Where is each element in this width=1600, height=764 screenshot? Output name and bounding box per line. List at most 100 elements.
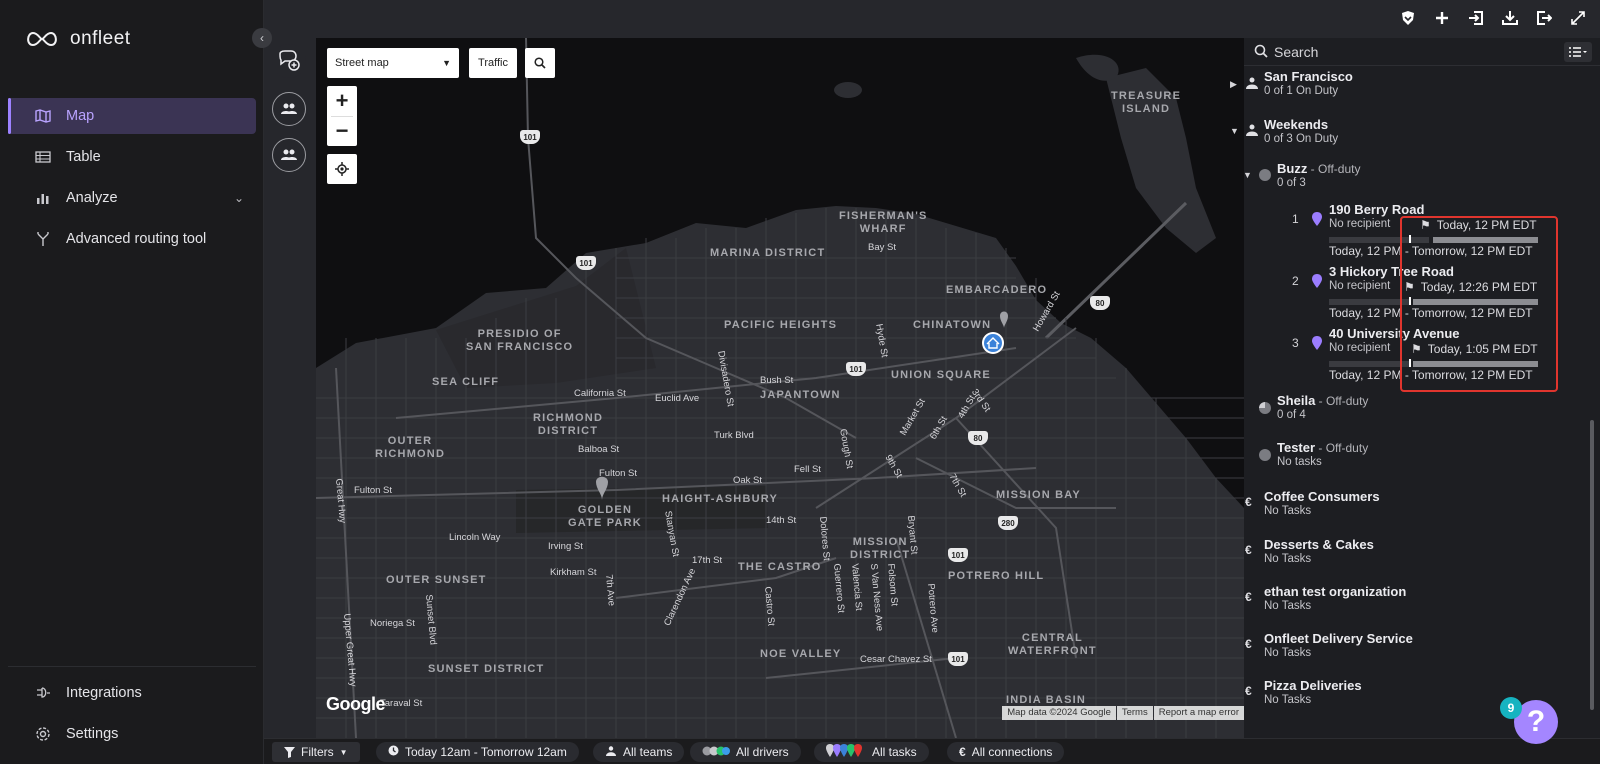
area-label: MISSION BAY — [996, 489, 1081, 501]
panel-scrollbar[interactable] — [1590, 420, 1594, 710]
download-icon[interactable] — [1500, 8, 1520, 28]
street-label: Taraval St — [380, 698, 423, 709]
terms-link[interactable]: Terms — [1116, 706, 1153, 720]
street-label: Irving St — [548, 541, 583, 552]
pin-icon — [1312, 212, 1322, 226]
org-name: Desserts & Cakes — [1264, 537, 1374, 552]
chevron-down-icon[interactable]: ⌄ — [234, 191, 244, 205]
gear-icon — [34, 725, 52, 743]
area-label: JAPANTOWN — [760, 389, 841, 401]
area-label: CENTRAL WATERFRONT — [1008, 632, 1097, 657]
driver-status-dot — [1259, 449, 1271, 461]
street-label: Fell St — [794, 464, 821, 475]
task-number: 2 — [1292, 274, 1299, 288]
area-label: TREASURE ISLAND — [1111, 90, 1182, 115]
highway-shield: 101 — [576, 256, 596, 270]
drivers-filter-button[interactable] — [272, 138, 306, 172]
connections-filter-label: All connections — [971, 745, 1053, 759]
caret-down-icon[interactable]: ▼ — [1230, 126, 1239, 136]
shield-icon[interactable] — [1398, 8, 1418, 28]
caret-down-icon[interactable]: ▼ — [1243, 170, 1252, 180]
org-status: No Tasks — [1264, 553, 1312, 565]
street-label: Oak St — [733, 475, 763, 486]
street-label: Bush St — [760, 375, 794, 386]
street-label: 14th St — [766, 515, 797, 526]
org-name: Coffee Consumers — [1264, 489, 1380, 504]
map-tool-column — [264, 38, 316, 738]
filter-bar: Filters ▼ Today 12am - Tomorrow 12am All… — [264, 738, 1600, 764]
traffic-toggle-button[interactable]: Traffic — [469, 48, 517, 78]
area-label: FISHERMAN'S WHARF — [839, 210, 928, 235]
panel-search-bar[interactable]: Search — [1244, 38, 1600, 66]
street-label: Lincoln Way — [449, 532, 501, 543]
filters-label: Filters — [301, 745, 334, 759]
highway-shield: 101 — [948, 652, 968, 666]
nav-item-map[interactable]: Map — [8, 98, 256, 134]
street-label: Cesar Chavez St — [860, 654, 932, 665]
time-bar-bg — [1329, 361, 1409, 367]
street-label: 17th St — [692, 555, 723, 566]
team-icon — [1246, 77, 1258, 89]
nav-item-analyze[interactable]: Analyze ⌄ — [8, 180, 256, 216]
driver-task-count: 0 of 4 — [1277, 409, 1306, 421]
highway-shield: 80 — [1090, 296, 1110, 310]
task-number: 3 — [1292, 336, 1299, 350]
add-route-button[interactable] — [272, 44, 306, 78]
org-status: No Tasks — [1264, 600, 1312, 612]
chevron-left-icon: ‹ — [260, 31, 264, 45]
driver-status-dots-icon — [702, 745, 730, 759]
map-type-select[interactable]: Street map ▼ — [327, 48, 459, 78]
connection-icon: € — [1245, 495, 1252, 509]
map-canvas[interactable]: TREASURE ISLAND FISHERMAN'S WHARF MARINA D… — [316, 38, 1244, 738]
teams-filter-button[interactable] — [272, 92, 306, 126]
crosshair-icon — [335, 162, 349, 176]
date-range-label: Today 12am - Tomorrow 12am — [405, 745, 567, 759]
import-icon[interactable] — [1466, 8, 1486, 28]
driver-task-count: No tasks — [1277, 456, 1322, 468]
collapse-sidebar-button[interactable]: ‹ — [252, 28, 272, 48]
nav-item-advanced-routing[interactable]: Advanced routing tool — [8, 221, 256, 257]
team-status: 0 of 3 On Duty — [1264, 133, 1339, 145]
add-icon[interactable] — [1432, 8, 1452, 28]
connections-filter[interactable]: € All connections — [947, 742, 1065, 762]
highlight-box — [1400, 216, 1558, 392]
nav-label-analyze: Analyze — [66, 190, 118, 206]
drivers-filter[interactable]: All drivers — [690, 742, 801, 762]
people-icon — [281, 149, 297, 160]
map-search-button[interactable] — [525, 48, 555, 78]
search-input[interactable]: Search — [1274, 44, 1318, 60]
date-range-filter[interactable]: Today 12am - Tomorrow 12am — [376, 742, 579, 762]
nav-item-settings[interactable]: Settings — [8, 716, 256, 752]
tasks-filter[interactable]: All tasks — [814, 742, 929, 762]
teams-filter[interactable]: All teams — [593, 742, 685, 762]
highway-shield: 280 — [998, 516, 1018, 530]
nav-item-integrations[interactable]: Integrations — [8, 675, 256, 711]
connection-icon: € — [1245, 590, 1252, 604]
caret-right-icon[interactable]: ▶ — [1230, 79, 1237, 90]
google-logo: Google — [326, 694, 386, 714]
drivers-filter-label: All drivers — [736, 745, 789, 759]
street-label: California St — [574, 388, 626, 399]
filters-button[interactable]: Filters ▼ — [272, 742, 360, 762]
onfleet-logo[interactable]: onfleet — [24, 28, 131, 50]
map-icon — [34, 107, 52, 125]
area-label: OUTER RICHMOND — [375, 435, 446, 460]
task-address: 190 Berry Road — [1329, 202, 1425, 217]
highway-shield: 101 — [846, 362, 866, 376]
nav-item-table[interactable]: Table — [8, 139, 256, 175]
filter-icon — [284, 746, 295, 758]
nav-label-table: Table — [66, 149, 101, 165]
connection-icon: € — [959, 745, 966, 759]
street-label: Balboa St — [578, 444, 620, 455]
main-nav: Map Table Analyze ⌄ Advanced routing too… — [8, 98, 256, 262]
report-map-error-link[interactable]: Report a map error — [1153, 706, 1244, 720]
recenter-button[interactable] — [327, 154, 357, 184]
logout-icon[interactable] — [1534, 8, 1554, 28]
zoom-divider — [331, 116, 353, 117]
map-type-value: Street map — [335, 57, 389, 69]
zoom-in-button[interactable]: + — [327, 86, 357, 116]
expand-icon[interactable] — [1568, 8, 1588, 28]
zoom-out-button[interactable]: − — [327, 116, 357, 146]
map-attribution: Map data ©2024 Google Terms Report a map… — [1001, 706, 1244, 720]
list-options-button[interactable] — [1564, 42, 1592, 62]
